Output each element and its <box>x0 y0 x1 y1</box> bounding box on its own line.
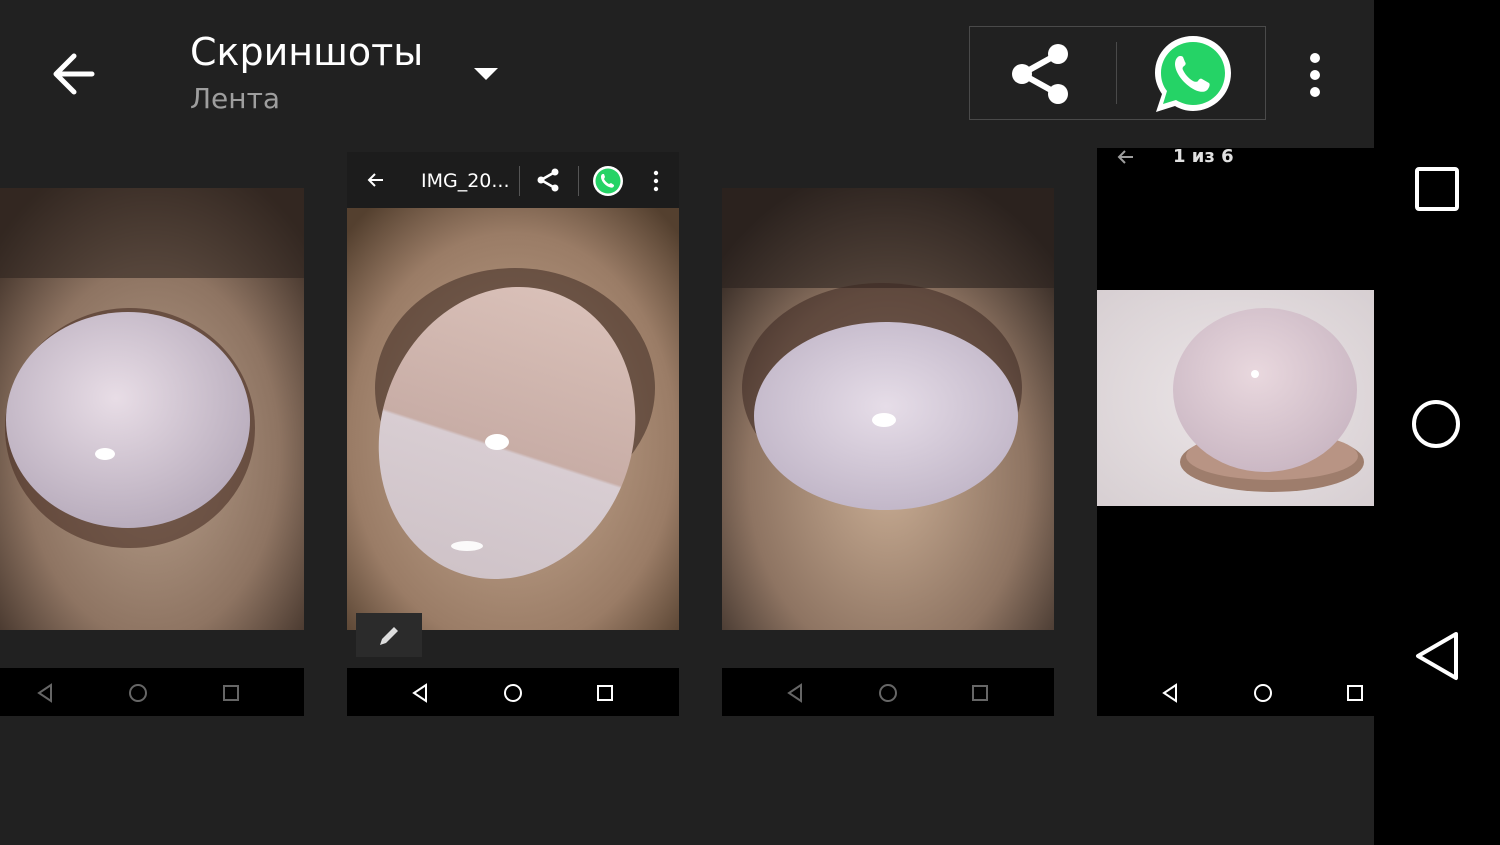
album-title[interactable]: Скриншоты <box>190 30 423 74</box>
stone-photo-image <box>722 188 1054 630</box>
card-1-navbar <box>0 668 304 716</box>
action-divider <box>1116 42 1117 104</box>
card-3-navbar <box>722 668 1054 716</box>
image-counter: 1 из 6 <box>1173 146 1234 167</box>
circle-home-icon <box>1254 684 1272 702</box>
action-bar: Скриншоты Лента <box>0 0 1374 148</box>
triangle-back-icon <box>37 683 52 703</box>
stone-photo-image <box>0 188 304 630</box>
square-recents-icon <box>972 685 988 701</box>
thumbnail-title: IMG_20... <box>421 170 510 192</box>
square-recents-icon <box>1347 685 1363 701</box>
circle-home-icon[interactable] <box>1408 396 1464 452</box>
stone-photo-image <box>347 208 679 630</box>
more-vert-icon[interactable] <box>1300 50 1330 100</box>
circle-home-icon <box>504 684 522 702</box>
edit-button[interactable] <box>356 613 422 657</box>
card-1-photo[interactable] <box>0 188 304 630</box>
card-2-toolbar: IMG_20... <box>347 152 679 208</box>
thumbnail-divider <box>578 166 579 196</box>
circle-home-icon <box>879 684 897 702</box>
pencil-icon <box>380 627 398 645</box>
arrow-left-icon[interactable] <box>1115 148 1137 166</box>
circle-home-icon <box>129 684 147 702</box>
card-3-toolbar <box>722 150 1054 188</box>
card-4[interactable]: 1 из 6 <box>1097 146 1374 716</box>
album-subtitle: Лента <box>190 82 281 115</box>
caret-down-icon[interactable] <box>472 66 500 82</box>
arrow-left-icon[interactable] <box>365 170 387 190</box>
arrow-left-icon[interactable] <box>40 44 110 104</box>
whatsapp-icon[interactable] <box>1150 32 1236 116</box>
triangle-back-icon <box>1162 683 1177 703</box>
card-1-toolbar <box>0 150 304 188</box>
triangle-back-icon <box>412 683 427 703</box>
square-recents-icon <box>597 685 613 701</box>
card-2-photo[interactable] <box>347 208 679 630</box>
triangle-back-icon[interactable] <box>1410 628 1464 684</box>
share-icon[interactable] <box>1006 40 1076 108</box>
card-2-navbar <box>347 668 679 716</box>
gallery-app: Скриншоты Лента IMG_20... 1 из 6 <box>0 0 1374 845</box>
card-3-photo[interactable] <box>722 188 1054 630</box>
whatsapp-icon[interactable] <box>591 164 625 198</box>
thumbnail-divider <box>519 166 520 196</box>
card-4-photo <box>1097 290 1374 506</box>
square-recents-icon[interactable] <box>1412 164 1462 214</box>
system-nav-bar <box>1374 0 1500 845</box>
square-recents-icon <box>223 685 239 701</box>
share-icon[interactable] <box>535 167 561 193</box>
card-4-navbar <box>1097 668 1374 716</box>
more-vert-icon[interactable] <box>651 170 661 192</box>
triangle-back-icon <box>787 683 802 703</box>
stone-photo-image <box>1097 290 1374 506</box>
